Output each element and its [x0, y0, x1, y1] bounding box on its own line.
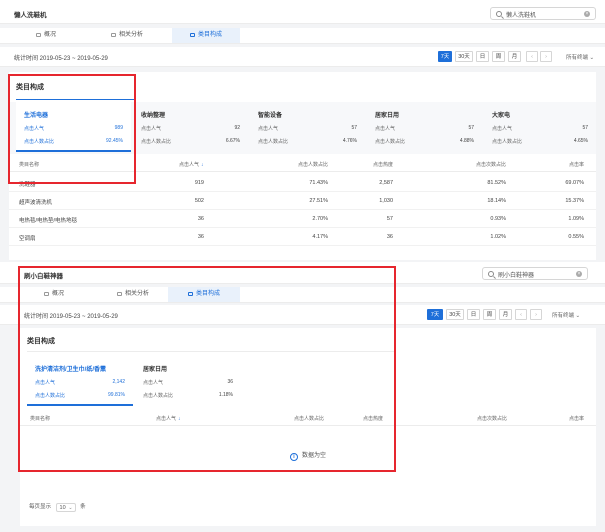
- section-title: 类目构成: [27, 338, 55, 345]
- table-row[interactable]: 电热毯/电热垫/电热地毯 36 2.70% 57 0.93% 1.09%: [9, 210, 596, 228]
- period-week-button[interactable]: 周: [492, 51, 505, 62]
- category-card[interactable]: 大家电 点击人气 57 点击人数占比 4.65%: [484, 102, 596, 152]
- period-month-button[interactable]: 月: [499, 309, 512, 320]
- category-card[interactable]: 居家日用 点击人气 57 点击人数占比 4.88%: [367, 102, 482, 152]
- header-bar: 刷小白鞋神器 ×: [0, 262, 605, 284]
- table-header: 类目名称 点击人气 ↓ 点击人数占比 点击热度 点击次数占比 点击率: [9, 156, 596, 172]
- period-day-button[interactable]: 日: [467, 309, 480, 320]
- category-cards: 生活电器 点击人气 989 点击人数占比 92.45% 收纳整理 点击人气 92…: [9, 102, 596, 154]
- category-card[interactable]: 生活电器 点击人气 989 点击人数占比 92.45%: [16, 102, 131, 152]
- empty-state: i 数据为空: [20, 450, 596, 461]
- period-month-button[interactable]: 月: [508, 51, 521, 62]
- prev-period-button[interactable]: ‹: [515, 309, 527, 320]
- table-row[interactable]: 洗鞋器 919 71.43% 2,587 81.52% 69.07%: [9, 174, 596, 192]
- search-box[interactable]: ×: [482, 267, 588, 280]
- stat-row: 统计时间 2019-05-23 ~ 2019-05-29 7天 30天 日 周 …: [0, 305, 605, 325]
- terminal-select[interactable]: 所有终端 ⌄: [566, 53, 594, 61]
- chevron-down-icon: ⌄: [589, 55, 595, 61]
- tab-category-composition[interactable]: 类目构成: [172, 28, 240, 43]
- table-row[interactable]: 超声波清洗机 502 27.51% 1,030 18.14% 15.37%: [9, 192, 596, 210]
- chevron-down-icon: ⌄: [68, 505, 73, 511]
- search-box[interactable]: ×: [490, 7, 596, 20]
- sort-down-icon: ↓: [201, 162, 204, 168]
- section-underline: [16, 99, 134, 100]
- search-input[interactable]: [498, 270, 570, 278]
- terminal-select[interactable]: 所有终端 ⌄: [552, 311, 580, 319]
- sort-header-pop[interactable]: 点击人气 ↓: [179, 161, 204, 168]
- section-title: 类目构成: [16, 84, 44, 91]
- chevron-down-icon: ⌄: [575, 313, 581, 319]
- header-bar: 懒人洗鞋机 ×: [0, 0, 605, 24]
- category-section: 类目构成 洗护清洁剂/卫生巾/纸/香薰 点击人气 2,142 点击人数占比 99…: [20, 328, 596, 526]
- tab-icon: [43, 292, 49, 296]
- next-period-button[interactable]: ›: [530, 309, 542, 320]
- category-card[interactable]: 洗护清洁剂/卫生巾/纸/香薰 点击人气 2,142 点击人数占比 99.81%: [27, 356, 133, 406]
- search-icon: [496, 11, 502, 17]
- tab-icon: [116, 292, 122, 296]
- clear-icon[interactable]: ×: [576, 271, 582, 277]
- date-range: 统计时间 2019-05-23 ~ 2019-05-29: [24, 314, 118, 320]
- top-panel: 懒人洗鞋机 × 概况 相关分析 类目构成 统计时间 2019-05-23 ~ 2…: [0, 0, 605, 262]
- search-input[interactable]: [506, 10, 578, 18]
- period-30d-button[interactable]: 30天: [455, 51, 473, 62]
- tab-related-analysis[interactable]: 相关分析: [96, 28, 158, 43]
- period-week-button[interactable]: 周: [483, 309, 496, 320]
- info-icon: i: [289, 453, 298, 461]
- tab-icon: [189, 33, 195, 37]
- stat-row: 统计时间 2019-05-23 ~ 2019-05-29 7天 30天 日 周 …: [0, 47, 605, 67]
- table-row[interactable]: 空调扇 36 4.17% 36 1.02% 0.55%: [9, 228, 596, 246]
- tab-overview[interactable]: 概况: [34, 287, 74, 302]
- search-icon: [488, 271, 494, 277]
- page-title: 懒人洗鞋机: [14, 12, 47, 19]
- page-size-select[interactable]: 10 ⌄: [55, 503, 76, 512]
- sort-header-pop[interactable]: 点击人气 ↓: [156, 415, 181, 422]
- tab-icon: [35, 33, 41, 37]
- bottom-panel: 刷小白鞋神器 × 概况 相关分析 类目构成 统计时间 2019-05-23 ~ …: [0, 262, 605, 532]
- tab-bar: 概况 相关分析 类目构成: [0, 287, 605, 303]
- category-card[interactable]: 收纳整理 点击人气 92 点击人数占比 6.67%: [133, 102, 248, 152]
- category-cards: 洗护清洁剂/卫生巾/纸/香薰 点击人气 2,142 点击人数占比 99.81% …: [20, 356, 596, 408]
- clear-icon[interactable]: ×: [584, 11, 590, 17]
- tab-bar: 概况 相关分析 类目构成: [0, 28, 605, 44]
- category-card[interactable]: 智能设备 点击人气 57 点击人数占比 4.76%: [250, 102, 365, 152]
- tab-icon: [187, 292, 193, 296]
- category-card[interactable]: 居家日用 点击人气 36 点击人数占比 1.18%: [135, 356, 241, 406]
- tab-overview[interactable]: 概况: [26, 28, 66, 43]
- section-divider: [27, 351, 395, 352]
- tab-related-analysis[interactable]: 相关分析: [102, 287, 164, 302]
- table-header: 类目名称 点击人气 ↓ 点击人数占比 点击热度 点击次数占比 点击率: [20, 410, 596, 426]
- period-7d-button[interactable]: 7天: [427, 309, 443, 320]
- page-size-control: 每页显示 10 ⌄ 条: [29, 503, 86, 512]
- period-day-button[interactable]: 日: [476, 51, 489, 62]
- category-section: 类目构成 生活电器 点击人气 989 点击人数占比 92.45% 收纳整理 点击…: [9, 72, 596, 260]
- sort-down-icon: ↓: [178, 416, 181, 422]
- period-7d-button[interactable]: 7天: [438, 51, 452, 62]
- tab-category-composition[interactable]: 类目构成: [168, 287, 240, 302]
- tab-icon: [110, 33, 116, 37]
- date-range: 统计时间 2019-05-23 ~ 2019-05-29: [14, 56, 108, 62]
- period-30d-button[interactable]: 30天: [446, 309, 464, 320]
- prev-period-button[interactable]: ‹: [526, 51, 538, 62]
- next-period-button[interactable]: ›: [540, 51, 552, 62]
- page-title: 刷小白鞋神器: [24, 273, 63, 280]
